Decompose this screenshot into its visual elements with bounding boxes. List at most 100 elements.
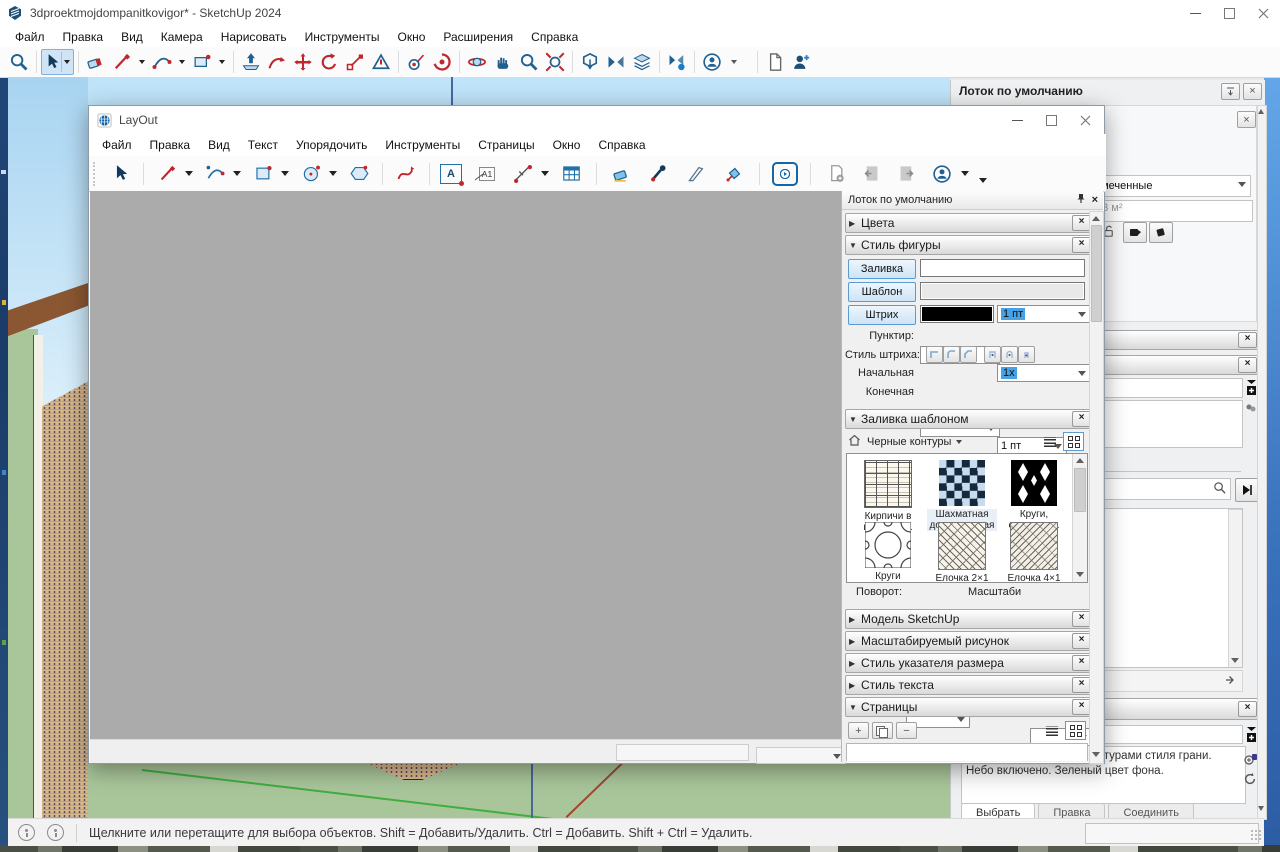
menu-camera[interactable]: Камера [152,27,212,47]
arc-tool-dropdown-icon[interactable] [179,60,185,64]
zoom-extents-tool[interactable] [542,49,568,75]
pattern-item[interactable]: Елочка 4×1 [1001,522,1067,583]
add-page-button[interactable]: + [848,722,869,739]
add-collaborator-icon[interactable] [788,49,814,75]
flip-tool[interactable] [603,49,629,75]
stroke-color-swatch[interactable] [920,305,994,323]
layout-close-button[interactable] [1068,109,1102,131]
close-button[interactable] [1246,2,1280,24]
pattern-thumb-bricks[interactable] [864,460,912,508]
dash-scale-combo[interactable]: 1x [997,364,1091,382]
maximize-button[interactable] [1212,2,1246,24]
account-icon[interactable] [929,161,955,187]
pattern-item[interactable]: Елочка 2×1 [927,522,997,583]
tags-layers-icon[interactable] [629,49,655,75]
rectangle-tool-dropdown-icon[interactable] [219,60,225,64]
pattern-library-dropdown[interactable]: Черные контуры [867,436,962,448]
help-info-icon[interactable] [47,824,64,841]
toolbar-grip[interactable] [93,162,99,186]
stroke-toggle-button[interactable]: Штрих [848,305,916,325]
zoom-combo[interactable] [756,747,846,764]
pattern-thumb-checker[interactable] [939,460,985,506]
menu-tools[interactable]: Инструменты [376,135,469,155]
pattern-home-icon[interactable] [848,433,861,451]
cap-butt-button[interactable] [984,346,1001,363]
viewport-ground-strip[interactable] [88,762,950,818]
panel-close-button[interactable]: × [1238,357,1257,373]
dimension-tool-dropdown-icon[interactable] [541,171,549,176]
join-miter-button[interactable] [926,346,943,363]
circle-tool[interactable] [298,161,324,187]
menu-pages[interactable]: Страницы [469,135,543,155]
new-document-icon[interactable] [762,49,788,75]
menu-edit[interactable]: Правка [54,27,113,47]
text-tool[interactable]: A [440,164,462,184]
measurements-box[interactable] [1085,823,1259,844]
arc-tool[interactable] [149,49,175,75]
previous-page-button[interactable] [858,161,884,187]
table-tool[interactable] [558,161,584,187]
pattern-scrollbar[interactable] [1072,454,1088,582]
section-pattern-fill[interactable]: ▼Заливка шаблоном × [845,409,1095,429]
pages-list[interactable] [846,743,1088,761]
layout-maximize-button[interactable] [1034,109,1068,131]
add-page-button[interactable] [823,161,849,187]
arc-tool-dropdown-icon[interactable] [233,171,241,176]
panel-close-button[interactable]: × [1238,701,1257,717]
menu-file[interactable]: Файл [6,27,54,47]
marked-dropdown[interactable]: омеченные [1091,175,1251,197]
hide-toggle-button[interactable] [1123,222,1147,243]
tray-scrollbar[interactable] [1089,211,1104,764]
layout-minimize-button[interactable] [1000,109,1034,131]
pattern-item[interactable]: Шахматная доска, черная [927,460,997,531]
menu-text[interactable]: Текст [239,135,287,155]
pushpull-tool[interactable] [238,49,264,75]
zoom-tool[interactable] [516,49,542,75]
join-bevel-button[interactable] [960,346,977,363]
dimension-tool[interactable] [510,161,536,187]
menu-tools[interactable]: Инструменты [296,27,389,47]
next-page-button[interactable] [893,161,919,187]
line-tool[interactable] [154,161,180,187]
move-tool[interactable] [290,49,316,75]
flip-settings-icon[interactable] [664,49,690,75]
search-details-button[interactable] [1235,478,1259,502]
axes-tool[interactable] [368,49,394,75]
viewport-left-strip[interactable] [8,77,88,818]
list-scrollbar[interactable] [1228,509,1243,668]
tray-scrollbar[interactable] [1257,105,1267,820]
materials-tool[interactable] [429,49,455,75]
pattern-item[interactable]: Круги, сплошны... [1001,460,1067,531]
menu-window[interactable]: Окно [388,27,434,47]
pan-tool[interactable] [490,49,516,75]
scale-tool[interactable] [342,49,368,75]
pattern-thumb-herringbone-2x1[interactable] [938,522,986,570]
account-dropdown-icon[interactable] [961,171,969,176]
select-dropdown-icon[interactable] [64,60,70,64]
viewport-sky-strip[interactable] [8,77,950,105]
resize-grip[interactable] [1250,829,1262,841]
area-field[interactable]: 13 м² [1091,200,1253,222]
expand-arrow-icon[interactable] [1224,674,1236,689]
rotate-tool[interactable] [316,49,342,75]
minimize-button[interactable] [1178,2,1212,24]
cap-square-button[interactable] [1018,346,1035,363]
section-pages[interactable]: ▼Страницы × [845,697,1095,717]
tray-close-button[interactable]: × [1243,83,1262,100]
followme-tool[interactable] [264,49,290,75]
pattern-thumb-solid-circles[interactable] [1011,460,1057,506]
line-tool-dropdown-icon[interactable] [139,60,145,64]
presentation-button[interactable] [772,162,798,186]
pattern-swatch[interactable] [920,282,1085,300]
layout-canvas[interactable] [90,191,841,739]
section-dimension-style[interactable]: ▶Стиль указателя размера × [845,653,1095,673]
account-dropdown-icon[interactable] [731,60,737,64]
section-colors[interactable]: ▶Цвета × [845,213,1095,233]
pin-icon[interactable] [1076,193,1086,207]
eraser-tool[interactable] [609,161,635,187]
select-tool[interactable] [107,161,133,187]
arc-tool[interactable] [202,161,228,187]
menu-view[interactable]: Вид [112,27,152,47]
menu-extensions[interactable]: Расширения [434,27,522,47]
menu-help[interactable]: Справка [589,135,654,155]
